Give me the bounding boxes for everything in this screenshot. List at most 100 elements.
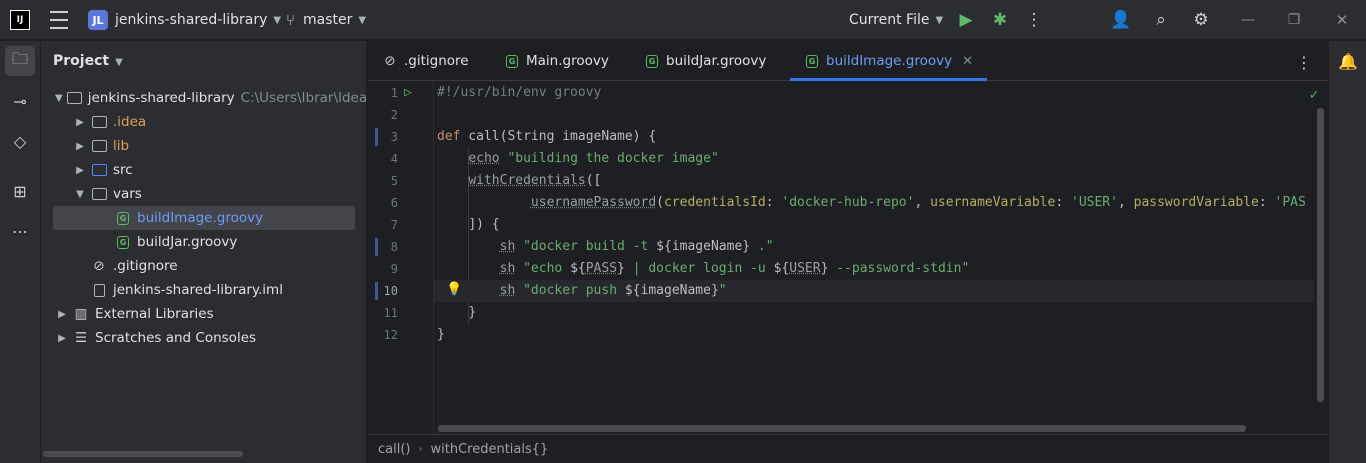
project-switcher[interactable]: JL jenkins-shared-library ▼ bbox=[88, 0, 281, 40]
code-line-4: echo "building the docker image" bbox=[468, 151, 719, 166]
line-number: 2 bbox=[390, 108, 398, 122]
minimize-icon[interactable]: — bbox=[1237, 0, 1259, 40]
structure-icon[interactable]: ⊞ bbox=[5, 176, 35, 206]
module-folder-icon bbox=[66, 91, 82, 105]
chevron-down-icon: ▼ bbox=[115, 57, 123, 68]
breadcrumb-item-withcredentials[interactable]: withCredentials{} bbox=[430, 442, 548, 457]
tree-item-idea[interactable]: ▶ .idea bbox=[41, 110, 367, 134]
tree-item-root[interactable]: ▼ jenkins-shared-library C:\Users\Ibrar\… bbox=[41, 86, 367, 110]
restore-icon[interactable]: ❐ bbox=[1283, 0, 1305, 40]
code-editor[interactable]: 1 2 3 4 5 6 7 8 9 10 11 12 ▷ #!/usr/bin/… bbox=[368, 82, 1328, 434]
main-menu-icon[interactable] bbox=[48, 0, 70, 40]
tab-main-groovy[interactable]: G Main.groovy bbox=[504, 41, 609, 81]
notifications-bell-icon[interactable]: 🔔 bbox=[1333, 46, 1363, 76]
branch-icon: ⑂ bbox=[286, 11, 296, 29]
branch-switcher[interactable]: ⑂ master ▼ bbox=[286, 0, 366, 40]
chevron-right-icon: ▶ bbox=[58, 308, 66, 320]
run-config-selector[interactable]: Current File ▼ bbox=[849, 0, 943, 40]
ignore-file-icon: ⊘ bbox=[384, 53, 396, 69]
change-marker[interactable] bbox=[375, 128, 378, 146]
chevron-down-icon: ▼ bbox=[273, 14, 282, 26]
groovy-file-icon: G bbox=[804, 54, 820, 68]
project-panel: Project ▼ ▼ jenkins-shared-library C:\Use… bbox=[41, 41, 367, 463]
line-number: 9 bbox=[390, 262, 398, 276]
chevron-down-icon: ▼ bbox=[76, 188, 84, 200]
close-tab-icon[interactable]: ✕ bbox=[962, 54, 973, 69]
tree-item-buildjar[interactable]: G buildJar.groovy bbox=[41, 230, 367, 254]
project-badge: JL bbox=[88, 10, 108, 30]
change-marker[interactable] bbox=[375, 282, 378, 300]
tree-item-buildimage[interactable]: G buildImage.groovy bbox=[53, 206, 355, 230]
lightbulb-icon[interactable]: 💡 bbox=[446, 282, 462, 297]
tree-item-scratches[interactable]: ▶ ☰ Scratches and Consoles bbox=[41, 326, 367, 350]
editor-tab-bar: ⊘ .gitignore G Main.groovy G buildJar.gr… bbox=[368, 41, 1328, 81]
tab-buildjar-groovy[interactable]: G buildJar.groovy bbox=[644, 41, 766, 81]
breadcrumb: call() › withCredentials{} bbox=[368, 434, 1328, 463]
add-user-icon[interactable]: 👤 bbox=[1110, 0, 1132, 40]
tree-item-src[interactable]: ▶ src bbox=[41, 158, 367, 182]
code-line-8: sh "docker build -t ${imageName} ." bbox=[499, 239, 774, 254]
code-line-1: #!/usr/bin/env groovy bbox=[437, 85, 602, 100]
left-tool-strip: 🗀 ⊸ ◇ ⊞ ⋯ bbox=[0, 41, 41, 463]
tab-options-icon[interactable]: ⋮ bbox=[1296, 53, 1312, 72]
line-number: 3 bbox=[390, 130, 398, 144]
branch-name: master bbox=[303, 12, 353, 28]
library-icon: ▥ bbox=[74, 306, 88, 322]
source-folder-icon bbox=[91, 163, 107, 177]
tree-item-gitignore[interactable]: ⊘ .gitignore bbox=[41, 254, 367, 278]
change-marker[interactable] bbox=[375, 238, 378, 256]
tab-buildimage-groovy[interactable]: G buildImage.groovy ✕ bbox=[790, 41, 987, 81]
intellij-logo[interactable]: IJ bbox=[10, 10, 30, 30]
ignore-file-icon: ⊘ bbox=[93, 258, 105, 274]
search-icon[interactable]: ⌕ bbox=[1150, 0, 1172, 40]
tree-item-vars[interactable]: ▼ vars bbox=[41, 182, 367, 206]
project-horizontal-scrollbar[interactable] bbox=[43, 451, 243, 457]
groovy-file-icon: G bbox=[115, 235, 131, 249]
title-bar: IJ JL jenkins-shared-library ▼ ⑂ master … bbox=[0, 0, 1366, 40]
editor-gutter[interactable]: 1 2 3 4 5 6 7 8 9 10 11 12 ▷ bbox=[368, 82, 434, 434]
active-tab-indicator bbox=[790, 78, 987, 81]
line-number-current: 10 bbox=[383, 284, 398, 298]
tree-item-iml[interactable]: jenkins-shared-library.iml bbox=[41, 278, 367, 302]
project-panel-title[interactable]: Project ▼ bbox=[53, 53, 123, 69]
more-actions-icon[interactable]: ⋮ bbox=[1023, 0, 1045, 40]
line-number: 1 bbox=[390, 86, 398, 100]
breadcrumb-item-call[interactable]: call() bbox=[378, 442, 410, 457]
editor-vertical-scrollbar[interactable] bbox=[1317, 108, 1324, 402]
run-script-icon[interactable]: ▷ bbox=[404, 85, 412, 100]
editor-horizontal-scrollbar[interactable] bbox=[438, 425, 1246, 432]
right-tool-strip: 🔔 bbox=[1328, 41, 1366, 463]
run-config-label: Current File bbox=[849, 12, 930, 28]
gear-icon[interactable]: ⚙ bbox=[1190, 0, 1212, 40]
run-icon[interactable]: ▶ bbox=[955, 0, 977, 40]
code-line-11: } bbox=[468, 305, 477, 320]
project-tool-folder-icon[interactable]: 🗀 bbox=[5, 46, 35, 76]
code-line-5: withCredentials([ bbox=[468, 173, 602, 188]
code-line-6: usernamePassword(credentialsId: 'docker-… bbox=[530, 195, 1306, 210]
groovy-file-icon: G bbox=[644, 54, 660, 68]
code-line-10-current: sh "docker push ${imageName}" bbox=[434, 280, 1314, 302]
chevron-right-icon: ▶ bbox=[76, 164, 84, 176]
commit-icon[interactable]: ⊸ bbox=[5, 86, 35, 116]
no-problems-check-icon[interactable]: ✓ bbox=[1310, 87, 1318, 103]
tab-gitignore[interactable]: ⊘ .gitignore bbox=[382, 41, 468, 81]
chevron-right-icon: › bbox=[418, 443, 423, 455]
code-line-3: def call(String imageName) { bbox=[437, 129, 657, 144]
more-tools-icon[interactable]: ⋯ bbox=[5, 216, 35, 246]
groovy-file-icon: G bbox=[504, 54, 520, 68]
code-line-9: sh "echo ${PASS} | docker login -u ${USE… bbox=[499, 261, 970, 276]
tree-item-lib[interactable]: ▶ lib bbox=[41, 134, 367, 158]
chevron-right-icon: ▶ bbox=[76, 140, 84, 152]
code-line-7: ]) { bbox=[468, 217, 500, 232]
line-number: 11 bbox=[383, 306, 398, 320]
line-number: 6 bbox=[390, 196, 398, 210]
gitlab-icon[interactable]: ◇ bbox=[5, 126, 35, 156]
tree-item-external-libraries[interactable]: ▶ ▥ External Libraries bbox=[41, 302, 367, 326]
line-number: 5 bbox=[390, 174, 398, 188]
folder-icon bbox=[91, 187, 107, 201]
iml-file-icon bbox=[91, 283, 107, 297]
chevron-down-icon: ▼ bbox=[935, 14, 944, 26]
close-icon[interactable]: ✕ bbox=[1331, 0, 1353, 40]
debug-icon[interactable]: ✱ bbox=[989, 0, 1011, 40]
chevron-down-icon: ▼ bbox=[55, 92, 63, 104]
